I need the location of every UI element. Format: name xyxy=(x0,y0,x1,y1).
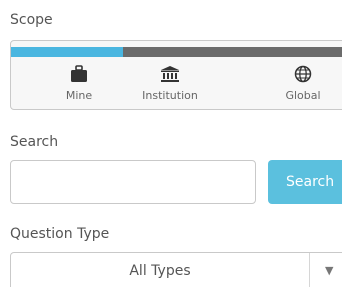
scope-option-global[interactable]: Global xyxy=(268,63,338,107)
scope-progress-bar xyxy=(11,47,342,57)
search-label: Search xyxy=(10,134,59,150)
globe-icon xyxy=(293,65,313,83)
search-button[interactable]: Search xyxy=(268,160,342,204)
select-divider xyxy=(309,253,310,287)
scope-option-mine[interactable]: Mine xyxy=(44,63,114,107)
scope-option-label: Mine xyxy=(65,89,93,102)
question-type-selected-value: All Types xyxy=(129,263,191,279)
scope-selector: Mine Institution Global xyxy=(10,40,342,110)
scope-progress-fill xyxy=(11,47,123,57)
scope-option-label: Global xyxy=(285,89,321,102)
briefcase-icon xyxy=(69,65,89,83)
scope-option-label: Institution xyxy=(142,89,198,102)
scope-option-institution[interactable]: Institution xyxy=(122,63,218,107)
institution-icon xyxy=(160,65,180,83)
question-type-label: Question Type xyxy=(10,226,110,242)
question-type-select[interactable]: All Types ▼ xyxy=(10,252,342,287)
chevron-down-icon[interactable]: ▼ xyxy=(325,264,333,277)
scope-label: Scope xyxy=(10,12,53,28)
search-input[interactable] xyxy=(10,160,256,204)
filter-panel: Scope Mine Institution Global Search Sea… xyxy=(0,0,342,287)
